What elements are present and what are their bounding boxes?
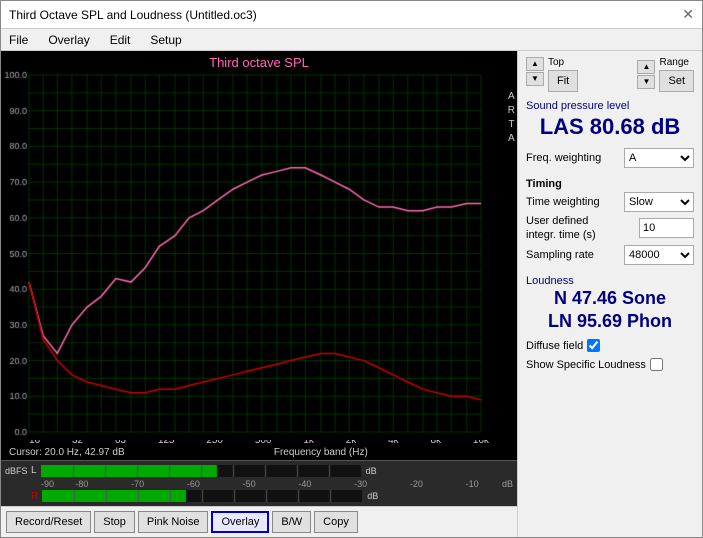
menu-overlay[interactable]: Overlay [44,33,93,47]
bottom-buttons: Record/Reset Stop Pink Noise Overlay B/W… [1,506,517,537]
freq-weighting-label: Freq. weighting [526,152,601,164]
arta-label: A R T A [508,90,515,146]
range-set-group: Range Set [659,57,694,92]
sampling-rate-select[interactable]: 48000 44100 96000 [624,245,694,265]
timing-header: Timing [526,178,694,190]
meter-r-canvas [42,490,362,502]
diffuse-field-checkbox[interactable] [587,339,600,352]
menu-edit[interactable]: Edit [106,33,135,47]
chart-area: Third octave SPL dB A R T A 16 32 63 125… [1,51,517,537]
range-arrow-group: ▲ ▼ [637,60,655,89]
time-weighting-select[interactable]: Slow Fast Impulse [624,192,694,212]
spl-value: LAS 80.68 dB [526,114,694,140]
menu-bar: File Overlay Edit Setup [1,29,702,51]
right-panel: ▲ ▼ Top Fit ▲ ▼ Range Set [517,51,702,537]
freq-weighting-select[interactable]: A C Z [624,148,694,168]
title-bar: Third Octave SPL and Loudness (Untitled.… [1,1,702,29]
overlay-button[interactable]: Overlay [211,511,269,533]
r-channel-label: R [31,491,38,502]
range-label: Range [659,57,694,68]
db-unit-label: dB [366,466,377,476]
main-content: Third octave SPL dB A R T A 16 32 63 125… [1,51,702,537]
diffuse-field-row: Diffuse field [526,339,694,352]
top-controls: ▲ ▼ Top Fit ▲ ▼ Range Set [526,57,694,92]
meter-l-canvas [41,465,361,477]
meter-section: dBFS L dB -90 -80 -70 -60 -50 -40 -30 -2… [1,460,517,506]
freq-band-label: Cursor: 20.0 Hz, 42.97 dB Frequency band… [1,447,517,460]
time-weighting-label: Time weighting [526,196,600,208]
chart-canvas [1,70,491,440]
r-label-spacer: dBFS [5,491,27,501]
time-weighting-row: Time weighting Slow Fast Impulse [526,192,694,212]
meter-row-r: dBFS R dB [5,489,513,505]
loudness-ln-value: LN 95.69 Phon [526,310,694,333]
sampling-rate-label: Sampling rate [526,249,594,261]
top-arrow-group: ▲ ▼ [526,57,544,92]
chart-title: Third octave SPL [1,51,517,70]
meter-row-l: dBFS L dB [5,463,513,479]
dbfs-label: dBFS [5,466,27,476]
window-title: Third Octave SPL and Loudness (Untitled.… [9,8,257,22]
chart-container: dB A R T A [1,70,517,434]
stop-button[interactable]: Stop [94,511,135,533]
range-up-arrow[interactable]: ▲ [637,60,655,74]
timing-section: Timing Time weighting Slow Fast Impulse … [526,174,694,267]
integr-time-input[interactable] [639,218,694,238]
loudness-n-value: N 47.46 Sone [526,287,694,310]
sampling-rate-row: Sampling rate 48000 44100 96000 [526,245,694,265]
set-button[interactable]: Set [659,70,694,92]
db-unit-label2: dB [367,491,378,501]
record-reset-button[interactable]: Record/Reset [6,511,91,533]
loudness-section-label: Loudness [526,275,694,287]
fit-button[interactable]: Fit [548,70,578,92]
copy-button[interactable]: Copy [314,511,358,533]
show-specific-label: Show Specific Loudness [526,359,646,371]
range-group: ▲ ▼ Range Set [637,57,694,92]
menu-file[interactable]: File [5,33,32,47]
show-specific-checkbox[interactable] [650,358,663,371]
integr-time-label: User defined integr. time (s) [526,214,596,243]
pink-noise-button[interactable]: Pink Noise [138,511,209,533]
top-label: Top [548,57,578,68]
diffuse-field-label: Diffuse field [526,340,583,352]
top-fit-group: Top Fit [548,57,578,92]
meter-ticks-top: -90 -80 -70 -60 -50 -40 -30 -20 -10 dB [5,479,513,489]
top-down-arrow[interactable]: ▼ [526,72,544,86]
freq-weighting-row: Freq. weighting A C Z [526,148,694,168]
main-window: Third Octave SPL and Loudness (Untitled.… [0,0,703,538]
close-icon[interactable]: ✕ [682,6,694,23]
spl-section: Sound pressure level LAS 80.68 dB [526,100,694,142]
bw-button[interactable]: B/W [272,511,311,533]
range-down-arrow[interactable]: ▼ [637,75,655,89]
top-up-arrow[interactable]: ▲ [526,57,544,71]
show-specific-row: Show Specific Loudness [526,358,694,371]
menu-setup[interactable]: Setup [146,33,185,47]
l-channel-label: L [31,465,37,476]
integr-time-row: User defined integr. time (s) [526,214,694,243]
loudness-section: Loudness N 47.46 Sone LN 95.69 Phon [526,275,694,334]
spl-section-label: Sound pressure level [526,100,694,112]
